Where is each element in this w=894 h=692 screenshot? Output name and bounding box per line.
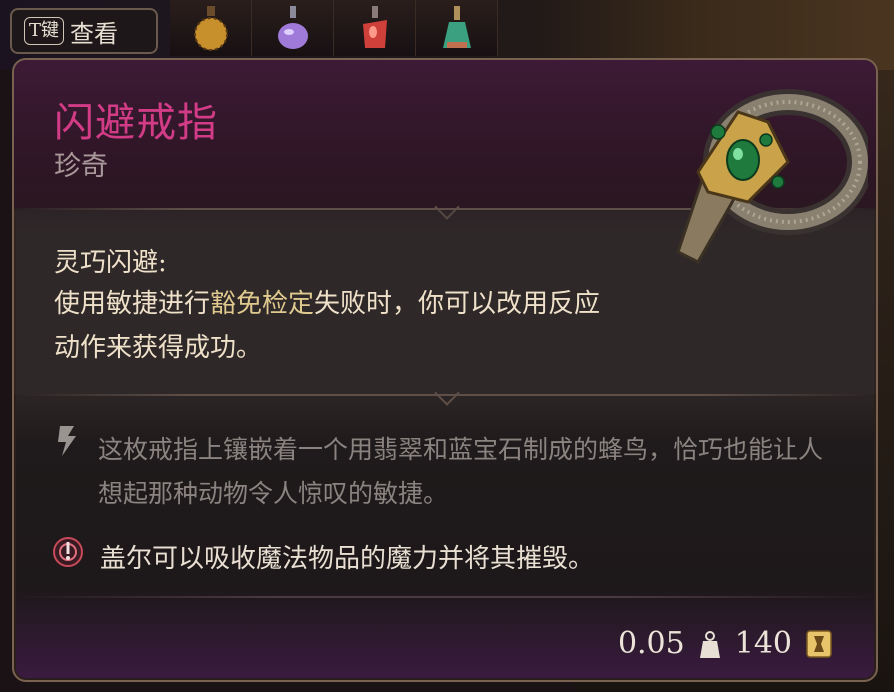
green-potion-icon bbox=[442, 6, 471, 48]
passive-name: 灵巧闪避: bbox=[54, 248, 167, 278]
item-stats: 0.05 140 bbox=[618, 626, 832, 661]
weight-value: 0.05 bbox=[617, 626, 685, 661]
gale-note: 盖尔可以吸收魔法物品的魔力并将其摧毁。 bbox=[100, 544, 595, 574]
footer-divider bbox=[14, 596, 876, 598]
passive-description: 使用敏捷进行豁免检定失败时，你可以改用反应动作来获得成功。 bbox=[54, 282, 614, 370]
purple-potion-icon bbox=[277, 6, 308, 49]
flavor-text: 这枚戒指上镶嵌着一个用翡翠和蓝宝石制成的蜂鸟，恰巧也能让人想起那种动物令人惊叹的… bbox=[98, 435, 824, 508]
hotbar-slot[interactable] bbox=[334, 0, 416, 56]
saving-throw-link[interactable]: 豁免检定 bbox=[210, 289, 314, 319]
item-tooltip: 闪避戒指 珍奇 灵巧闪避: 使用敏捷进行豁免检定失败时，你可以改用反应动作来获得… bbox=[12, 58, 878, 682]
passive-desc-text: 使用敏捷进行 bbox=[54, 289, 211, 319]
key-hint-label: 查看 bbox=[70, 19, 119, 48]
weight-icon bbox=[699, 630, 720, 658]
ring-icon bbox=[676, 89, 868, 264]
inspect-key-hint[interactable]: T键 查看 bbox=[10, 8, 158, 54]
gold-value: 140 bbox=[734, 626, 792, 661]
item-title: 闪避戒指 bbox=[54, 100, 218, 146]
gold-coin-icon bbox=[806, 629, 832, 658]
key-cap: T键 bbox=[24, 17, 65, 45]
red-potion-icon bbox=[362, 6, 387, 48]
hotbar-slot[interactable] bbox=[416, 0, 498, 56]
item-rarity: 珍奇 bbox=[54, 151, 108, 182]
gale-icon bbox=[53, 537, 83, 567]
gold-potion-icon bbox=[193, 6, 228, 51]
hotbar bbox=[170, 0, 498, 56]
quill-icon bbox=[58, 426, 76, 456]
hotbar-slot[interactable] bbox=[252, 0, 334, 56]
hotbar-slot[interactable] bbox=[170, 0, 252, 56]
